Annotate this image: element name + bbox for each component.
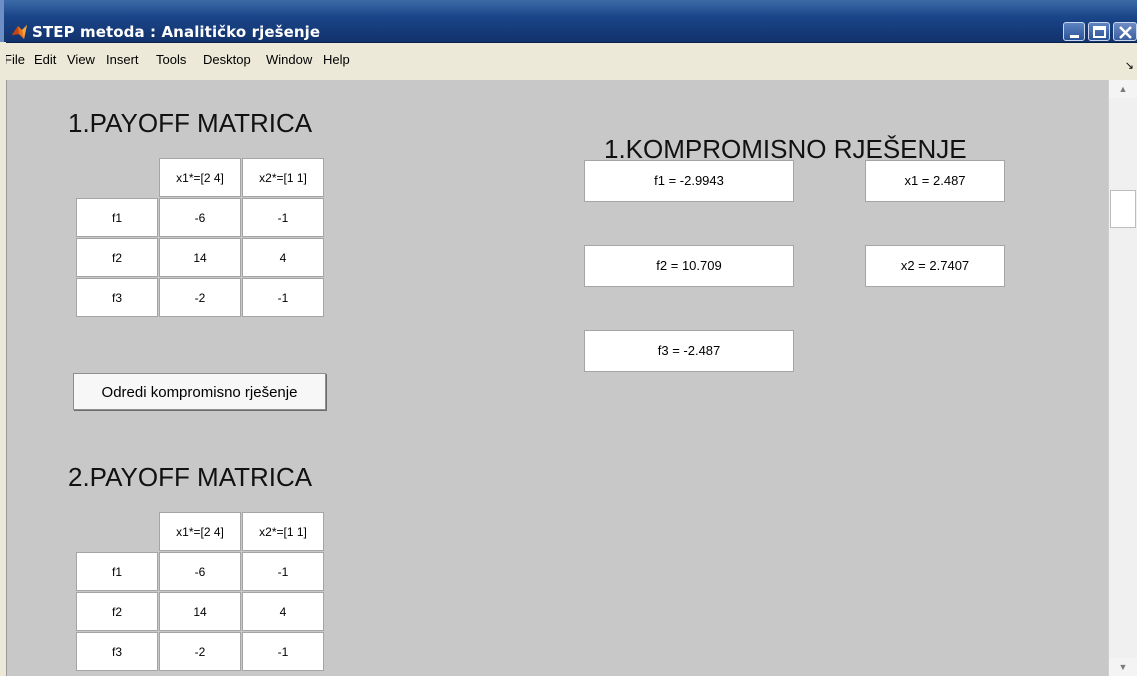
scroll-down-icon[interactable]: ▼: [1109, 658, 1137, 676]
table-row: f1 -6 -1: [76, 198, 324, 237]
compute-compromise-button[interactable]: Odredi kompromisno rješenje: [73, 373, 326, 410]
dock-arrow-icon[interactable]: ↘: [1125, 59, 1134, 72]
row-label: f2: [76, 238, 158, 277]
table-cell: -2: [159, 632, 241, 671]
row-label: f2: [76, 592, 158, 631]
table-cell: -6: [159, 198, 241, 237]
payoff2-table: x1*=[2 4] x2*=[1 1] f1 -6 -1 f2 14 4 f3 …: [75, 511, 325, 672]
menu-view[interactable]: View: [67, 51, 95, 69]
close-button[interactable]: [1113, 22, 1137, 41]
column-header: x2*=[1 1]: [242, 512, 324, 551]
minimize-icon: [1070, 35, 1079, 38]
table-cell: -2: [159, 278, 241, 317]
table-header-row: x1*=[2 4] x2*=[1 1]: [76, 158, 324, 197]
row-label: f1: [76, 552, 158, 591]
maximize-icon: [1093, 26, 1106, 38]
f1-result-box: f1 = -2.9943: [584, 160, 794, 202]
x1-result-box: x1 = 2.487: [865, 160, 1005, 202]
menu-tools[interactable]: Tools: [156, 51, 186, 69]
menu-window[interactable]: Window: [266, 51, 312, 69]
table-cell: -1: [242, 552, 324, 591]
menu-file[interactable]: File: [4, 51, 25, 69]
table-row: f3 -2 -1: [76, 278, 324, 317]
matlab-logo-icon: [12, 25, 27, 39]
table-cell: 4: [242, 592, 324, 631]
table-corner: [76, 512, 158, 551]
row-label: f3: [76, 632, 158, 671]
table-cell: -6: [159, 552, 241, 591]
menu-bar: File Edit View Insert Tools Desktop Wind…: [0, 43, 1137, 81]
payoff1-table: x1*=[2 4] x2*=[1 1] f1 -6 -1 f2 14 4 f3 …: [75, 157, 325, 318]
maximize-button[interactable]: [1088, 22, 1110, 41]
table-corner: [76, 158, 158, 197]
table-row: f3 -2 -1: [76, 632, 324, 671]
f3-result-box: f3 = -2.487: [584, 330, 794, 372]
column-header: x1*=[2 4]: [159, 158, 241, 197]
menu-insert[interactable]: Insert: [106, 51, 139, 69]
table-cell: 14: [159, 592, 241, 631]
table-row: f2 14 4: [76, 238, 324, 277]
row-label: f1: [76, 198, 158, 237]
menu-edit[interactable]: Edit: [34, 51, 56, 69]
table-row: f1 -6 -1: [76, 552, 324, 591]
minimize-button[interactable]: [1063, 22, 1085, 41]
menu-help[interactable]: Help: [323, 51, 350, 69]
table-header-row: x1*=[2 4] x2*=[1 1]: [76, 512, 324, 551]
figure-left-border: [6, 80, 16, 676]
table-cell: 4: [242, 238, 324, 277]
x2-result-box: x2 = 2.7407: [865, 245, 1005, 287]
vertical-scrollbar[interactable]: ▲ ▼: [1108, 80, 1137, 676]
scroll-thumb[interactable]: [1110, 190, 1136, 228]
row-label: f3: [76, 278, 158, 317]
close-icon: [1119, 26, 1132, 39]
table-cell: -1: [242, 198, 324, 237]
scroll-up-icon[interactable]: ▲: [1109, 80, 1137, 98]
payoff1-title: 1.PAYOFF MATRICA: [68, 108, 313, 138]
f2-result-box: f2 = 10.709: [584, 245, 794, 287]
table-cell: -1: [242, 632, 324, 671]
table-cell: 14: [159, 238, 241, 277]
titlebar-edge: [0, 0, 4, 42]
window-titlebar: STEP metoda : Analitičko rješenje: [0, 0, 1137, 43]
menu-desktop[interactable]: Desktop: [203, 51, 251, 69]
window-title: STEP metoda : Analitičko rješenje: [32, 23, 321, 41]
payoff2-title: 2.PAYOFF MATRICA: [68, 462, 313, 492]
table-row: f2 14 4: [76, 592, 324, 631]
column-header: x1*=[2 4]: [159, 512, 241, 551]
table-cell: -1: [242, 278, 324, 317]
column-header: x2*=[1 1]: [242, 158, 324, 197]
